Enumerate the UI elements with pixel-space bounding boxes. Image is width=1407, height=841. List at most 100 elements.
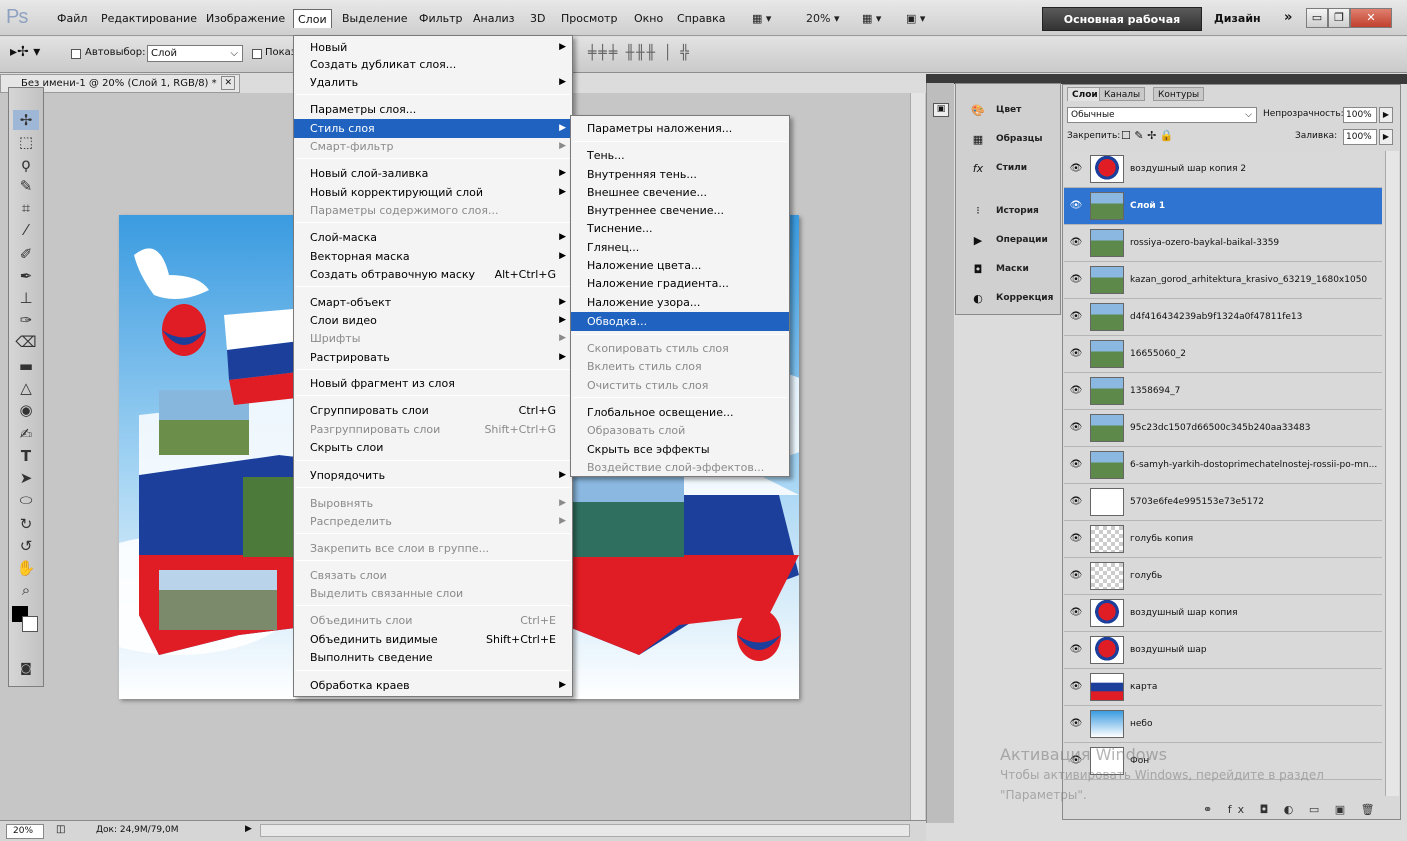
menu-select[interactable]: Выделение xyxy=(338,9,412,28)
menu-item-link-layers[interactable]: Связать слои xyxy=(294,566,572,585)
dodge-tool-icon[interactable]: ◉ xyxy=(13,400,39,420)
visibility-eye-icon[interactable]: 👁 xyxy=(1068,458,1084,472)
hand-tool-icon[interactable]: ✋ xyxy=(13,558,39,578)
quick-select-tool-icon[interactable]: ✎ xyxy=(13,176,39,196)
brush-tool-icon[interactable]: ✒ xyxy=(13,266,39,286)
layers-scrollbar[interactable] xyxy=(1385,151,1399,796)
layer-name[interactable]: голубь копия xyxy=(1130,521,1380,558)
menu-item-inner-shadow[interactable]: Внутренняя тень... xyxy=(571,165,789,184)
layer-row[interactable]: 👁 kazan_gorod_arhitektura_krasivo_63219_1… xyxy=(1064,262,1382,299)
layer-row[interactable]: 👁 небо xyxy=(1064,706,1382,743)
dock-adjustments[interactable]: Коррекция xyxy=(996,293,1053,303)
arrange-docs-icon[interactable]: ▣ ▾ xyxy=(906,9,925,28)
layer-row[interactable]: 👁 карта xyxy=(1064,669,1382,706)
move-tool-icon[interactable]: ✢ xyxy=(13,110,39,130)
menu-edit[interactable]: Редактирование xyxy=(97,9,201,28)
autoselect-checkbox[interactable] xyxy=(71,49,81,59)
menu-item-align[interactable]: Выровнять ▶ xyxy=(294,494,572,513)
pen-tool-icon[interactable]: ✍ xyxy=(13,424,39,444)
visibility-eye-icon[interactable]: 👁 xyxy=(1068,421,1084,435)
menu-item-hide-layers[interactable]: Скрыть слои xyxy=(294,438,572,457)
menu-item-group[interactable]: Сгруппировать слои Ctrl+G xyxy=(294,401,572,420)
menu-layer[interactable]: Слои xyxy=(293,9,332,28)
layer-name[interactable]: воздушный шар копия xyxy=(1130,595,1380,632)
menu-item-global-light[interactable]: Глобальное освещение... xyxy=(571,403,789,422)
maximize-icon[interactable]: ❐ xyxy=(1328,8,1350,28)
layer-name[interactable]: воздушный шар xyxy=(1130,632,1380,669)
show-transform-checkbox[interactable] xyxy=(252,49,262,59)
menu-item-new-fill-layer[interactable]: Новый слой-заливка ▶ xyxy=(294,164,572,183)
quick-mask-icon[interactable]: ◙ xyxy=(13,658,39,678)
path-select-icon[interactable]: ➤ xyxy=(13,468,39,488)
visibility-eye-icon[interactable]: 👁 xyxy=(1068,162,1084,176)
menu-item-color-overlay[interactable]: Наложение цвета... xyxy=(571,256,789,275)
masks-icon[interactable]: ◘ xyxy=(970,263,986,277)
workspace-button[interactable]: Основная рабочая среда xyxy=(1042,7,1202,50)
status-icon[interactable]: ◫ xyxy=(56,824,65,835)
opacity-input[interactable]: 100% xyxy=(1343,107,1377,123)
close-icon[interactable]: ✕ xyxy=(1350,8,1392,28)
blend-mode-select[interactable]: Обычные ⌵ xyxy=(1067,107,1257,123)
layer-name[interactable]: небо xyxy=(1130,706,1380,743)
visibility-eye-icon[interactable]: 👁 xyxy=(1068,273,1084,287)
menu-item-lock-all[interactable]: Закрепить все слои в группе... xyxy=(294,539,572,558)
layer-name[interactable]: карта xyxy=(1130,669,1380,706)
visibility-eye-icon[interactable]: 👁 xyxy=(1068,532,1084,546)
horizontal-scrollbar[interactable] xyxy=(260,824,910,837)
layer-name[interactable]: rossiya-ozero-baykal-baikal-3359 xyxy=(1130,225,1380,262)
navigator-icon[interactable]: ▣ xyxy=(933,103,949,117)
menu-item-gradient-overlay[interactable]: Наложение градиента... xyxy=(571,274,789,293)
menu-item-merge-layers[interactable]: Объединить слои Ctrl+E xyxy=(294,611,572,630)
menu-item-clear-style[interactable]: Очистить стиль слоя xyxy=(571,376,789,395)
status-zoom[interactable]: 20% xyxy=(6,824,44,839)
visibility-eye-icon[interactable]: 👁 xyxy=(1068,680,1084,694)
menu-file[interactable]: Файл xyxy=(53,9,91,28)
menu-view[interactable]: Просмотр xyxy=(557,9,621,28)
background-color-swatch[interactable] xyxy=(22,616,38,632)
tab-channels[interactable]: Каналы xyxy=(1099,87,1146,101)
visibility-eye-icon[interactable]: 👁 xyxy=(1068,569,1084,583)
menu-item-bevel-emboss[interactable]: Тиснение... xyxy=(571,219,789,238)
menu-item-clipping-mask[interactable]: Создать обтравочную маску Alt+Ctrl+G xyxy=(294,265,572,284)
menu-item-satin[interactable]: Глянец... xyxy=(571,238,789,257)
opacity-arrow-icon[interactable]: ▶ xyxy=(1379,107,1393,123)
menu-item-hide-all-effects[interactable]: Скрыть все эффекты xyxy=(571,440,789,459)
menu-item-new-adjustment-layer[interactable]: Новый корректирующий слой ▶ xyxy=(294,183,572,202)
menu-item-layer-style[interactable]: Стиль слоя ▶ xyxy=(294,119,572,138)
view-extras-icon[interactable]: ▦ ▾ xyxy=(862,9,881,28)
menu-item-smart-filter[interactable]: Смарт-фильтр ▶ xyxy=(294,137,572,156)
dock-swatches[interactable]: Образцы xyxy=(996,134,1043,144)
layer-name[interactable]: 1358694_7 xyxy=(1130,373,1380,410)
dock-masks[interactable]: Маски xyxy=(996,264,1029,274)
status-menu-arrow-icon[interactable]: ▶ xyxy=(245,824,252,834)
autoselect-select[interactable]: Слой ⌵ xyxy=(147,45,243,62)
menu-filter[interactable]: Фильтр xyxy=(415,9,467,28)
menu-item-merge-visible[interactable]: Объединить видимые Shift+Ctrl+E xyxy=(294,630,572,649)
layer-name[interactable]: 6-samyh-yarkih-dostoprimechatelnostej-ro… xyxy=(1130,447,1380,484)
visibility-eye-icon[interactable]: 👁 xyxy=(1068,236,1084,250)
dock-color[interactable]: Цвет xyxy=(996,105,1021,115)
vertical-scrollbar[interactable] xyxy=(910,93,925,820)
gradient-tool-icon[interactable]: ▬ xyxy=(13,356,39,376)
menu-item-smart-object[interactable]: Смарт-объект ▶ xyxy=(294,293,572,312)
zoom-tool-icon[interactable]: ⌕ xyxy=(13,580,39,600)
blur-tool-icon[interactable]: △ xyxy=(13,378,39,398)
swatches-icon[interactable]: ▦ xyxy=(970,133,986,147)
type-tool-icon[interactable]: T xyxy=(13,446,39,466)
menu-item-video-layers[interactable]: Слои видео ▶ xyxy=(294,311,572,330)
menu-item-arrange[interactable]: Упорядочить ▶ xyxy=(294,466,572,485)
layer-row[interactable]: 👁 воздушный шар копия xyxy=(1064,595,1382,632)
visibility-eye-icon[interactable]: 👁 xyxy=(1068,606,1084,620)
menu-item-new-slice[interactable]: Новый фрагмент из слоя xyxy=(294,374,572,393)
3d-orbit-icon[interactable]: ↺ xyxy=(13,536,39,556)
layer-name[interactable]: d4f416434239ab9f1324a0f47811fe13 xyxy=(1130,299,1380,336)
eraser-tool-icon[interactable]: ⌫ xyxy=(13,332,39,352)
menu-item-inner-glow[interactable]: Внутреннее свечение... xyxy=(571,201,789,220)
layer-row[interactable]: 👁 16655060_2 xyxy=(1064,336,1382,373)
layer-row[interactable]: 👁 1358694_7 xyxy=(1064,373,1382,410)
menu-item-duplicate[interactable]: Создать дубликат слоя... xyxy=(294,55,572,74)
dock-actions[interactable]: Операции xyxy=(996,235,1048,245)
visibility-eye-icon[interactable]: 👁 xyxy=(1068,643,1084,657)
menu-help[interactable]: Справка xyxy=(673,9,729,28)
menu-item-delete[interactable]: Удалить ▶ xyxy=(294,73,572,92)
